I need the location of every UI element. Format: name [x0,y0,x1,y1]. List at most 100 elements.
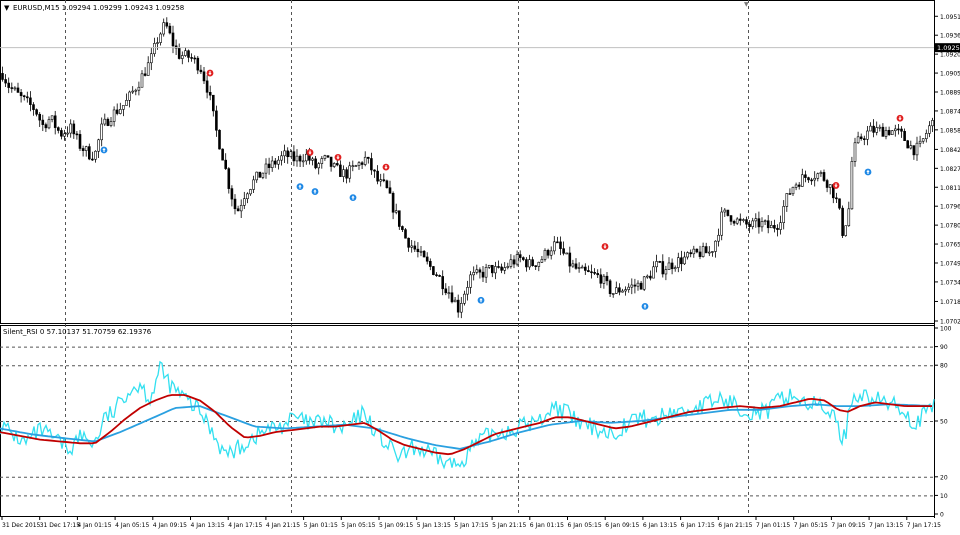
candle-body [348,165,352,179]
time-tick-label: 5 Jan 21:15 [492,522,526,529]
candle-body [707,251,711,254]
candle-body [233,198,237,210]
candle-body [60,130,63,137]
candle-body [822,172,826,181]
candle-body [599,274,603,284]
candle-body [571,263,575,267]
price-tick-label: 1.07020 [940,319,960,326]
candle-body [680,257,683,265]
candle-body [556,241,559,244]
candle-body [56,127,60,131]
rsi-tick-label: 50 [940,419,948,426]
candle-body [658,261,662,263]
candle-body [649,275,652,279]
candle-body [645,275,649,278]
candle-body [447,292,451,295]
candle-body [177,47,181,59]
candle-body [909,145,913,149]
rsi-tick-label: 10 [940,493,948,500]
candle-body [525,259,528,268]
candle-body [751,220,755,227]
candle-body [53,115,57,128]
candle-body [618,287,621,293]
price-tick-label: 1.07650 [940,242,960,249]
candle-body [407,237,410,248]
rsi-tick-label: 0 [940,512,944,519]
candle-body [531,259,534,266]
price-tick-label: 1.08115 [940,185,960,192]
time-tick-label: 6 Jan 21:15 [718,522,752,529]
candle-body [32,104,35,110]
candle-body [453,299,457,303]
candle-body [667,262,671,270]
candle-body [19,92,23,97]
candle-body [506,266,510,268]
candle-body [769,225,773,229]
candle-body [435,274,438,277]
candle-body [884,129,888,137]
chart-canvas[interactable]: 1.09515 1.09360 1.09205 1.09050 1.08895 1.087… [0,0,960,531]
candle-body [171,32,175,47]
candle-body [611,293,615,295]
candle-body [304,153,308,162]
candle-body [22,95,26,98]
candle-body [283,150,286,157]
candle-body [410,245,414,248]
candle-body [29,97,32,105]
candle-body [862,138,866,140]
candle-body [838,198,841,209]
candle-body [391,192,395,213]
candle-body [10,87,14,89]
candle-body [115,109,119,114]
main-chart-panel[interactable] [0,0,935,324]
candle-body [580,266,584,269]
candle-body [106,118,110,126]
candle-body [239,205,243,212]
candle-body [490,264,494,274]
candle-body [84,146,88,151]
chart-collapse-icon[interactable]: ▼ [4,4,10,12]
candle-body [112,109,116,122]
candle-body [472,272,476,276]
price-tick-label: 1.07180 [940,299,960,306]
candle-body [25,96,29,99]
candle-body [639,282,643,290]
candle-body [695,248,699,253]
price-tick-label: 1.08270 [940,166,960,173]
candle-body [624,289,627,292]
candle-body [286,150,290,158]
candle-body [528,259,531,268]
candle-body [742,219,745,221]
candle-body [218,129,221,150]
candle-body [81,148,85,151]
candle-body [627,286,631,290]
indicator-title: Silent_RSI 0 57.10137 51.70759 62.19376 [3,328,152,336]
candle-body [872,125,875,133]
time-tick-label: 4 Jan 21:15 [266,522,300,529]
candle-body [689,252,693,255]
candle-body [202,71,206,82]
candle-body [289,151,293,158]
candle-body [342,169,345,177]
candle-body [664,269,668,275]
candle-body [428,260,432,267]
candle-body [150,53,153,64]
candle-body [701,246,705,257]
price-axis: 1.09515 1.09360 1.09205 1.09050 1.08895 1.087… [934,14,960,326]
time-tick-label: 6 Jan 09:15 [605,522,639,529]
candle-body [459,303,463,313]
time-tick-label: 6 Jan 17:15 [681,522,715,529]
price-tick-label: 1.09205 [940,52,960,59]
candle-body [714,240,717,252]
time-tick-label: 4 Jan 05:15 [115,522,149,529]
candle-body [605,275,609,282]
candle-body [156,42,159,44]
candle-body [335,163,339,166]
candle-body [109,121,113,126]
candle-body [866,130,869,140]
candle-body [686,252,689,258]
time-tick-label: 5 Jan 17:15 [454,522,488,529]
candle-body [590,271,593,274]
candle-body [360,162,364,165]
candle-body [890,130,894,135]
